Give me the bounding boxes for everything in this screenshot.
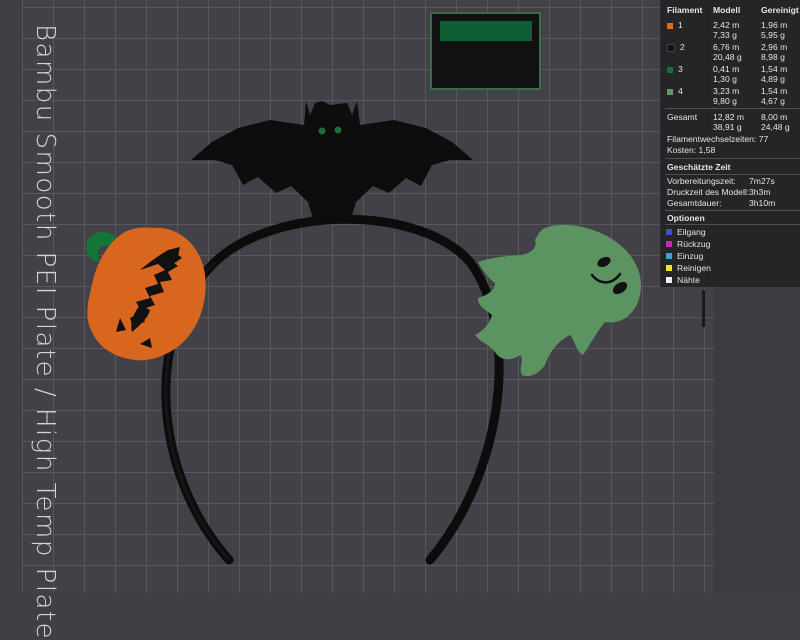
- bat-icon[interactable]: [191, 101, 473, 222]
- slider-handle[interactable]: [702, 290, 705, 327]
- prep-time-label: Vorbereitungszeit:: [667, 176, 736, 186]
- ghost-icon[interactable]: [475, 224, 641, 377]
- option-swatch: [666, 229, 672, 235]
- model-weight-2: 20,48 g: [713, 52, 742, 62]
- cost: Kosten: 1,58: [667, 145, 716, 155]
- divider: [665, 108, 800, 109]
- clean-length-2: 2,96 m: [761, 42, 788, 52]
- model-length-1: 2,42 m: [713, 20, 740, 30]
- header-filament: Filament: [667, 5, 703, 15]
- options-header: Optionen: [667, 213, 705, 223]
- slice-statistics-panel: Filament Modell Gereinigt 1 2,42 m 7,33 …: [660, 0, 800, 287]
- filament-swatch-2: [667, 43, 675, 52]
- option-label: Reinigen: [677, 263, 711, 273]
- model-weight-3: 1,30 g: [713, 74, 737, 84]
- total-clean-weight: 24,48 g: [761, 122, 790, 132]
- filament-id-3: 3: [678, 64, 683, 74]
- option-swatch: [666, 241, 672, 247]
- filament-changes: Filamentwechselzeiten: 77: [667, 134, 769, 144]
- total-time-label: Gesamtdauer:: [667, 198, 722, 208]
- option-swatch: [666, 253, 672, 259]
- model-weight-1: 7,33 g: [713, 30, 737, 40]
- clean-length-4: 1,54 m: [761, 86, 788, 96]
- model-weight-4: 9,80 g: [713, 96, 737, 106]
- divider: [665, 174, 800, 175]
- prep-time-value: 7m27s: [749, 176, 775, 186]
- option-label: Rückzug: [677, 239, 711, 249]
- model-length-3: 0,41 m: [713, 64, 740, 74]
- option-label: Nähte: [677, 275, 700, 285]
- print-time-label: Druckzeit des Modell:: [667, 187, 750, 197]
- option-swatch: [666, 277, 672, 283]
- print-time-value: 3h3m: [749, 187, 771, 197]
- total-label: Gesamt: [667, 112, 698, 122]
- total-model-length: 12,82 m: [713, 112, 745, 122]
- total-model-weight: 38,91 g: [713, 122, 742, 132]
- filament-swatch-4: [667, 88, 673, 95]
- divider: [665, 224, 800, 225]
- total-time-value: 3h10m: [749, 198, 776, 208]
- option-label: Eilgang: [677, 227, 706, 237]
- filament-id-1: 1: [678, 20, 683, 30]
- model-length-2: 6,76 m: [713, 42, 740, 52]
- headband[interactable]: [161, 214, 504, 565]
- clean-weight-1: 5,95 g: [761, 30, 785, 40]
- total-clean-length: 8,00 m: [761, 112, 788, 122]
- clean-weight-4: 4,67 g: [761, 96, 785, 106]
- option-swatch: [666, 265, 672, 271]
- option-label: Einzug: [677, 251, 704, 261]
- clean-weight-2: 8,98 g: [761, 52, 785, 62]
- 3d-viewport[interactable]: Bambu Smooth PEI Plate / High Temp Plate: [0, 0, 800, 640]
- filament-swatch-1: [667, 22, 673, 29]
- clean-length-3: 1,54 m: [761, 64, 788, 74]
- header-model: Modell: [713, 5, 741, 15]
- header-cleaned: Gereinigt: [761, 5, 799, 15]
- filament-id-2: 2: [680, 42, 685, 52]
- model-length-4: 3,23 m: [713, 86, 740, 96]
- estimated-time-header: Geschätzte Zeit: [667, 162, 731, 172]
- clean-weight-3: 4,89 g: [761, 74, 785, 84]
- divider: [665, 210, 800, 211]
- clean-length-1: 1,96 m: [761, 20, 788, 30]
- divider: [665, 158, 800, 159]
- pumpkin-icon[interactable]: [86, 227, 206, 361]
- filament-swatch-3: [667, 66, 673, 73]
- filament-id-4: 4: [678, 86, 683, 96]
